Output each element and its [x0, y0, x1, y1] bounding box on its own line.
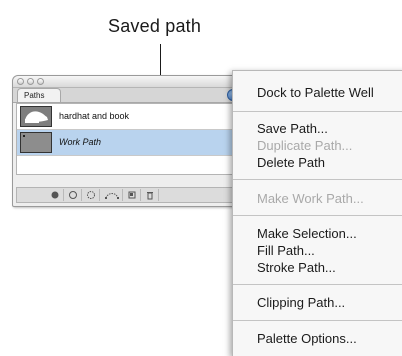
menu-separator: [233, 284, 402, 285]
stroke-path-icon: [69, 191, 77, 199]
callout-label: Saved path: [108, 16, 202, 36]
path-name: Work Path: [59, 137, 102, 147]
minimize-button[interactable]: [27, 78, 34, 85]
fill-path-icon: [51, 191, 59, 199]
menu-separator: [233, 179, 402, 180]
load-selection-icon: [87, 191, 95, 199]
menu-item-make-selection[interactable]: Make Selection...: [257, 226, 357, 241]
menu-separator: [233, 320, 402, 321]
palette-tabstrip: Paths: [13, 88, 245, 103]
menu-item-clipping-path[interactable]: Clipping Path...: [257, 295, 345, 310]
menu-separator: [233, 111, 402, 112]
hardhat-shape-icon: [25, 111, 48, 123]
make-work-path-button[interactable]: [101, 189, 123, 201]
menu-item-fill-path[interactable]: Fill Path...: [257, 243, 315, 258]
menu-item-palette-options[interactable]: Palette Options...: [257, 331, 357, 346]
new-path-icon: [128, 191, 136, 199]
fill-path-button[interactable]: [47, 189, 64, 201]
menu-separator: [233, 215, 402, 216]
new-path-button[interactable]: [124, 189, 141, 201]
stroke-path-button[interactable]: [65, 189, 82, 201]
paths-palette: Paths hardhat and book Work Path: [12, 75, 246, 207]
paths-list: hardhat and book Work Path: [16, 103, 242, 175]
menu-item-duplicate-path: Duplicate Path...: [257, 138, 353, 153]
menu-item-make-work-path: Make Work Path...: [257, 191, 364, 206]
path-name: hardhat and book: [59, 111, 130, 121]
path-thumbnail: [20, 132, 52, 153]
menu-item-dock-to-palette-well[interactable]: Dock to Palette Well: [257, 85, 374, 100]
palette-bottom-toolbar: [16, 187, 242, 203]
menu-item-stroke-path[interactable]: Stroke Path...: [257, 260, 336, 275]
work-path-thumb-icon: [23, 135, 25, 137]
path-thumbnail: [20, 106, 52, 127]
menu-item-delete-path[interactable]: Delete Path: [257, 155, 325, 170]
zoom-button[interactable]: [37, 78, 44, 85]
palette-flyout-menu: Dock to Palette Well Save Path... Duplic…: [232, 70, 402, 356]
trash-icon: [147, 192, 153, 200]
menu-item-save-path[interactable]: Save Path...: [257, 121, 328, 136]
path-row-work-path[interactable]: Work Path: [17, 130, 241, 156]
path-row-hardhat-and-book[interactable]: hardhat and book: [17, 104, 241, 130]
load-selection-button[interactable]: [83, 189, 100, 201]
make-work-path-icon: [104, 193, 119, 199]
close-button[interactable]: [17, 78, 24, 85]
palette-titlebar[interactable]: [13, 76, 245, 88]
tab-paths[interactable]: Paths: [17, 88, 61, 102]
delete-path-button[interactable]: [142, 189, 159, 201]
